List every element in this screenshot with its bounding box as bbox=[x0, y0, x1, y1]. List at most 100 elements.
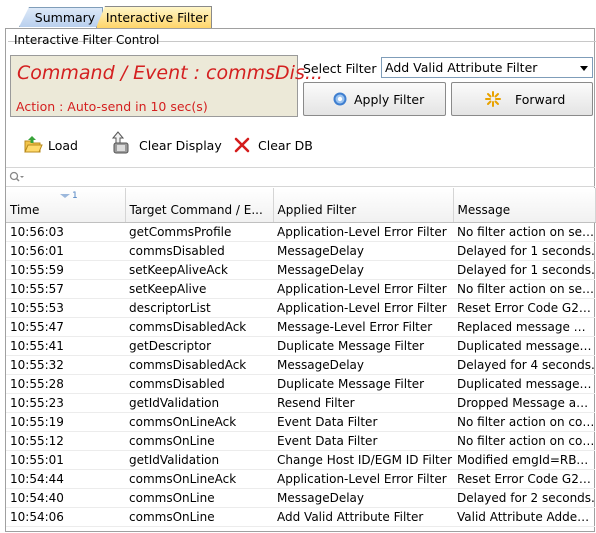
load-button[interactable]: Load bbox=[23, 134, 83, 158]
cell-message: Duplicated message 1 ... bbox=[453, 374, 595, 394]
cell-target-command: getCommsProfile bbox=[125, 222, 273, 242]
table-row[interactable]: 10:55:28 commsDisabled Duplicate Message F… bbox=[6, 374, 595, 394]
cell-target-command: setKeepAlive bbox=[125, 279, 273, 299]
clear-display-label: Clear Display bbox=[139, 138, 222, 153]
chevron-down-icon bbox=[580, 66, 588, 71]
table-row[interactable]: 10:55:59 setKeepAliveAck MessageDelay Delay… bbox=[6, 260, 595, 280]
cell-message: Delayed for 2 seconds. bbox=[453, 488, 595, 508]
cell-applied-filter: MessageDelay bbox=[273, 488, 453, 508]
cell-message: Delayed for 1 seconds. bbox=[453, 241, 595, 261]
cell-target-command: commsDisabled bbox=[125, 241, 273, 261]
table-row[interactable]: 10:55:01 getIdValidation Change Host ID/EG… bbox=[6, 450, 595, 470]
column-header-message[interactable]: Message bbox=[453, 188, 596, 223]
table-row[interactable]: 10:55:41 getDescriptor Duplicate Message F… bbox=[6, 336, 595, 356]
cell-target-command: setKeepAliveAck bbox=[125, 260, 273, 280]
cell-target-command: commsOnLine bbox=[125, 488, 273, 508]
table-row[interactable]: 10:55:23 getIdValidation Resend Filter Drop… bbox=[6, 393, 595, 413]
table-row[interactable]: 10:55:57 setKeepAlive Application-Level Er… bbox=[6, 279, 595, 299]
close-x-icon bbox=[234, 137, 250, 153]
cell-target-command: descriptorList bbox=[125, 298, 273, 318]
command-event-text: Command / Event : commsDis... bbox=[17, 62, 323, 84]
cell-applied-filter: Application-Level Error Filter bbox=[273, 222, 453, 242]
cell-message: Replaced message wit... bbox=[453, 317, 595, 337]
cell-time: 10:55:28 bbox=[6, 374, 125, 394]
select-filter-value: Add Valid Attribute Filter bbox=[385, 60, 538, 75]
table-row[interactable]: 10:55:19 commsOnLineAck Event Data Filter N… bbox=[6, 412, 595, 432]
table-row[interactable]: 10:55:53 descriptorList Application-Level … bbox=[6, 298, 595, 318]
cell-message: No filter action on ses... bbox=[453, 279, 595, 299]
cell-time: 10:54:44 bbox=[6, 469, 125, 489]
cell-applied-filter: Duplicate Message Filter bbox=[273, 336, 453, 356]
cell-applied-filter: Change Host ID/EGM ID Filter bbox=[273, 450, 453, 470]
tab-summary[interactable]: Summary bbox=[19, 7, 103, 27]
table-row[interactable]: 10:56:03 getCommsProfile Application-Level… bbox=[6, 222, 595, 242]
cell-applied-filter: Event Data Filter bbox=[273, 412, 453, 432]
cell-time: 10:55:23 bbox=[6, 393, 125, 413]
table-row[interactable]: 10:55:47 commsDisabledAck Message-Level Er… bbox=[6, 317, 595, 337]
cell-time: 10:55:12 bbox=[6, 431, 125, 451]
forward-button[interactable]: Forward bbox=[451, 82, 593, 116]
cell-applied-filter: Event Data Filter bbox=[273, 431, 453, 451]
cell-applied-filter: MessageDelay bbox=[273, 260, 453, 280]
cell-applied-filter: Application-Level Error Filter bbox=[273, 469, 453, 489]
cell-message: No filter action on com... bbox=[453, 431, 595, 451]
action-status-text: Action : Auto-send in 10 sec(s) bbox=[16, 99, 208, 114]
clear-db-button[interactable]: Clear DB bbox=[234, 134, 314, 158]
cell-message: Dropped Message and... bbox=[453, 393, 595, 413]
group-title: Interactive Filter Control bbox=[14, 33, 160, 47]
forward-label: Forward bbox=[515, 92, 566, 107]
cell-target-command: commsOnLine bbox=[125, 507, 273, 527]
clear-display-button[interactable]: Clear Display bbox=[109, 131, 222, 158]
select-filter-label: Select Filter : bbox=[303, 61, 385, 76]
sparkle-icon bbox=[485, 91, 501, 107]
cell-target-command: commsOnLineAck bbox=[125, 412, 273, 432]
cell-message: Modified emgId=RBG_... bbox=[453, 450, 595, 470]
cell-target-command: getIdValidation bbox=[125, 393, 273, 413]
cell-message: Valid Attribute Added ... bbox=[453, 507, 595, 527]
cell-time: 10:55:57 bbox=[6, 279, 125, 299]
cell-target-command: commsDisabledAck bbox=[125, 317, 273, 337]
folder-open-icon bbox=[24, 136, 43, 153]
gear-icon bbox=[333, 92, 347, 106]
cell-applied-filter: Message-Level Error Filter bbox=[273, 317, 453, 337]
table-row[interactable]: 10:54:40 commsOnLine MessageDelay Delayed f… bbox=[6, 488, 595, 508]
cell-applied-filter: Application-Level Error Filter bbox=[273, 298, 453, 318]
load-label: Load bbox=[48, 138, 78, 153]
cell-applied-filter: Add Valid Attribute Filter bbox=[273, 507, 453, 527]
toolbar: Load Clear Display Clear DB bbox=[8, 128, 596, 164]
table-row[interactable]: 10:56:01 commsDisabled MessageDelay Delayed… bbox=[6, 241, 595, 261]
search-input[interactable] bbox=[6, 167, 595, 187]
clear-db-label: Clear DB bbox=[258, 138, 313, 153]
clear-display-icon bbox=[111, 131, 129, 154]
apply-filter-label: Apply Filter bbox=[354, 92, 425, 107]
table-row[interactable]: 10:54:44 commsOnLineAck Application-Level … bbox=[6, 469, 595, 489]
sort-indicator: 1 bbox=[60, 191, 78, 201]
cell-target-command: commsOnLineAck bbox=[125, 469, 273, 489]
cell-time: 10:55:01 bbox=[6, 450, 125, 470]
search-icon bbox=[9, 171, 24, 182]
cell-target-command: commsOnLine bbox=[125, 431, 273, 451]
table-header-row: 1 Time Target Command / E... Applied Fil… bbox=[6, 188, 596, 223]
cell-message: Reset Error Code G2S... bbox=[453, 298, 595, 318]
table-row[interactable]: 10:55:32 commsDisabledAck MessageDelay Dela… bbox=[6, 355, 595, 375]
cell-applied-filter: Duplicate Message Filter bbox=[273, 374, 453, 394]
select-filter-dropdown[interactable]: Add Valid Attribute Filter bbox=[381, 57, 593, 78]
cell-target-command: getDescriptor bbox=[125, 336, 273, 356]
column-header-applied-filter[interactable]: Applied Filter bbox=[273, 188, 454, 223]
cell-time: 10:56:01 bbox=[6, 241, 125, 261]
table-row[interactable]: 10:55:12 commsOnLine Event Data Filter No f… bbox=[6, 431, 595, 451]
cell-time: 10:56:03 bbox=[6, 222, 125, 242]
column-header-time[interactable]: 1 Time bbox=[6, 188, 126, 223]
tab-interactive-filter[interactable]: Interactive Filter bbox=[96, 6, 212, 28]
cell-message: No filter action on ses... bbox=[453, 222, 595, 242]
cell-time: 10:55:32 bbox=[6, 355, 125, 375]
apply-filter-button[interactable]: Apply Filter bbox=[303, 82, 446, 116]
cell-applied-filter: Application-Level Error Filter bbox=[273, 279, 453, 299]
cell-time: 10:55:41 bbox=[6, 336, 125, 356]
cell-target-command: commsDisabledAck bbox=[125, 355, 273, 375]
table-row[interactable]: 10:54:06 commsOnLine Add Valid Attribute F… bbox=[6, 507, 595, 527]
column-header-target-command[interactable]: Target Command / E... bbox=[125, 188, 274, 223]
cell-time: 10:55:53 bbox=[6, 298, 125, 318]
command-event-panel: Command / Event : commsDis... Action : A… bbox=[10, 55, 323, 117]
cell-message: Duplicated message 1 ... bbox=[453, 336, 595, 356]
